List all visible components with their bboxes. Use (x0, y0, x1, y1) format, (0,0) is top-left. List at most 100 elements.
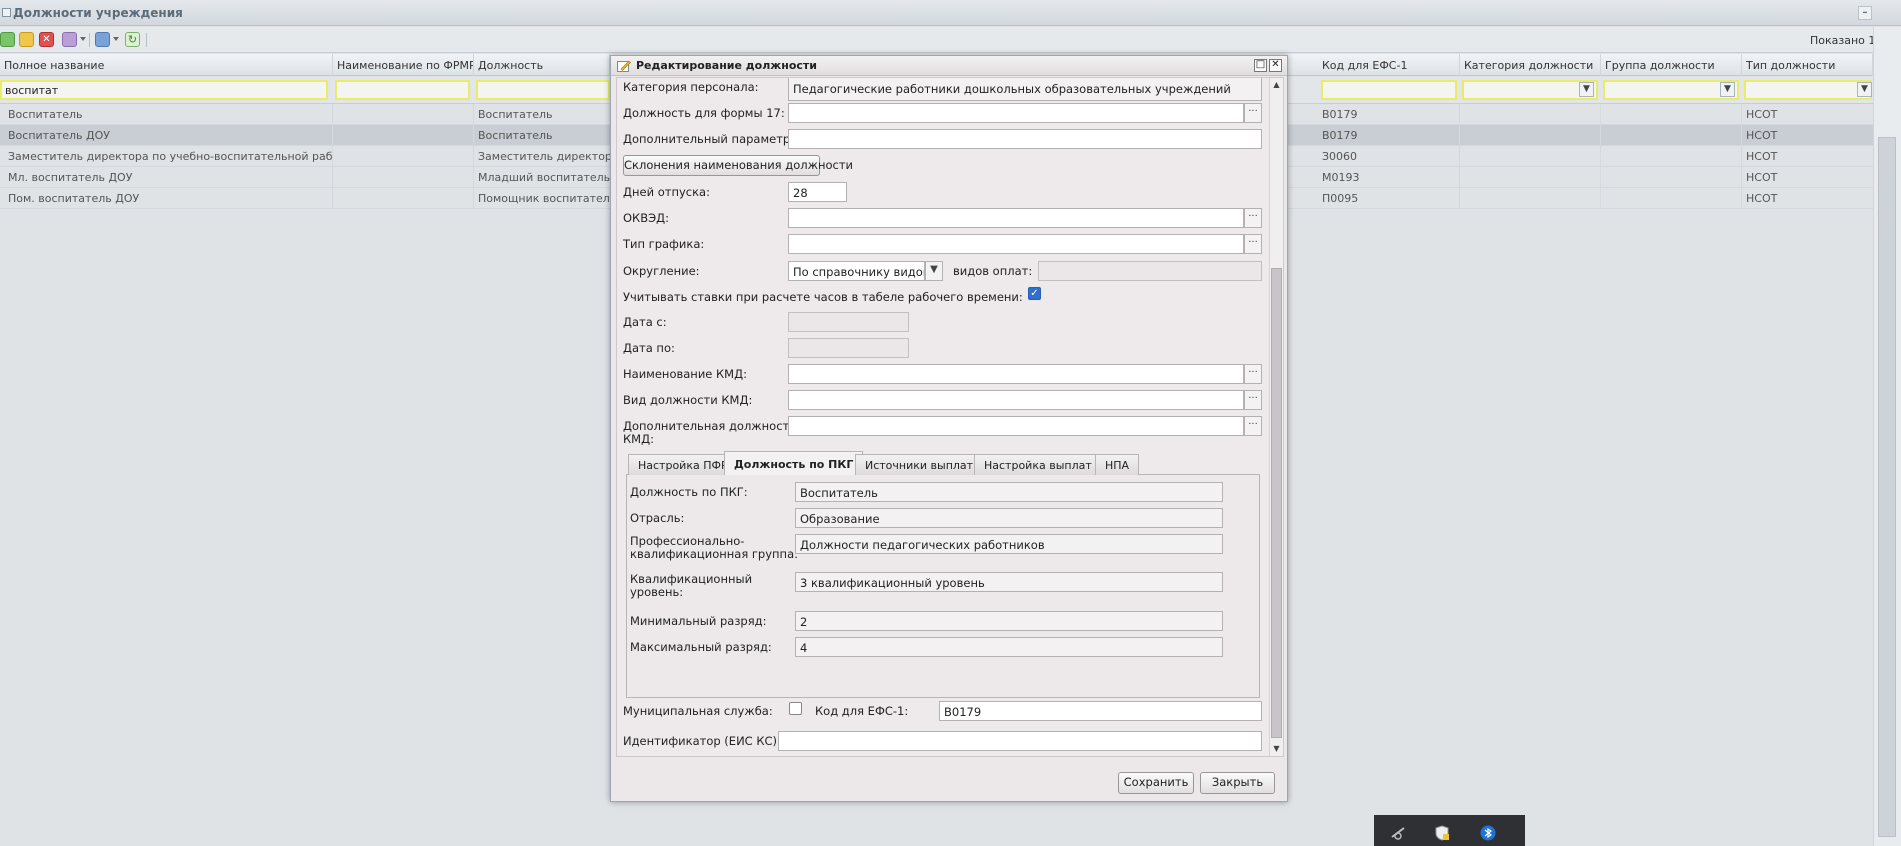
more-icon[interactable]: ··· (1244, 103, 1262, 123)
toolbar-divider (89, 33, 90, 47)
group-filter-select[interactable] (1603, 80, 1739, 100)
date-to-field[interactable] (788, 338, 909, 358)
frmr-filter-input[interactable] (335, 80, 470, 100)
qualification-level-field[interactable]: 3 квалификационный уровень (795, 572, 1223, 592)
cell-category (1460, 167, 1601, 187)
tab-pkg-position[interactable]: Должность по ПКГ (724, 451, 864, 476)
vacation-days-label: Дней отпуска: (623, 185, 710, 199)
position-filter-input[interactable] (476, 80, 610, 100)
consider-rates-checkbox[interactable]: ✓ (1028, 287, 1041, 300)
cell-position: Воспитатель (478, 129, 553, 142)
chevron-down-icon[interactable] (113, 37, 119, 41)
scrollbar-thumb[interactable] (1271, 268, 1282, 738)
more-icon[interactable]: ··· (1244, 234, 1262, 254)
more-icon[interactable]: ··· (1244, 364, 1262, 384)
column-header[interactable]: Группа должности (1601, 54, 1742, 76)
dialog-tabs: Настройка ПФР Должность по ПКГ Источники… (626, 451, 1260, 701)
cell-category (1460, 125, 1601, 145)
security-shield-icon[interactable] (1434, 825, 1450, 841)
tab-pfr-settings[interactable]: Настройка ПФР (628, 454, 738, 475)
declension-button[interactable]: Склонения наименования должности (623, 155, 853, 176)
collapse-icon[interactable]: – (1858, 6, 1872, 20)
column-header[interactable]: Должность (474, 54, 610, 76)
edit-icon[interactable] (19, 32, 34, 47)
column-header[interactable]: Полное название (0, 54, 333, 76)
panel-title: Должности учреждения (13, 6, 183, 20)
chevron-down-icon[interactable]: ▼ (1857, 82, 1872, 97)
category-filter-select[interactable] (1462, 80, 1598, 100)
column-header[interactable]: Наименование по ФРМР (333, 54, 474, 76)
cell-efs-code: М0193 (1318, 167, 1460, 187)
consider-rates-label: Учитывать ставки при расчете часов в таб… (623, 290, 1023, 304)
vacation-days-field[interactable]: 28 (788, 182, 847, 202)
network-icon[interactable] (1390, 825, 1406, 841)
pkg-position-field[interactable]: Воспитатель (795, 482, 1223, 502)
chevron-down-icon[interactable]: ▼ (1720, 82, 1735, 97)
type-filter-select[interactable] (1744, 80, 1872, 100)
efs-code-field[interactable]: В0179 (939, 701, 1262, 721)
branch-field[interactable]: Образование (795, 508, 1223, 528)
toolbar-divider (146, 33, 147, 47)
bluetooth-icon[interactable] (1480, 825, 1496, 841)
cell-frmr (333, 188, 474, 208)
scrollbar-thumb[interactable] (1878, 137, 1896, 837)
okved-field[interactable] (788, 208, 1244, 228)
form17-field[interactable] (788, 103, 1244, 123)
tab-payment-settings[interactable]: Настройка выплат (974, 454, 1102, 475)
dialog-scrollbar[interactable]: ▲ ▼ (1269, 78, 1283, 756)
kmd-name-label: Наименование КМД: (623, 367, 747, 381)
branch-label: Отрасль: (630, 511, 685, 525)
cell-group (1601, 104, 1742, 124)
cell-frmr (333, 167, 474, 187)
column-header[interactable]: Код для ЕФС-1 (1318, 54, 1460, 76)
full-name-filter-input[interactable]: воспитат (0, 80, 328, 100)
tab-npa[interactable]: НПА (1095, 454, 1140, 475)
schedule-type-field[interactable] (788, 234, 1244, 254)
cell-full-name: Воспитатель ДОУ (0, 125, 333, 145)
min-rank-field[interactable]: 2 (795, 611, 1223, 631)
more-icon[interactable]: ··· (1244, 416, 1262, 436)
staff-category-field[interactable]: Педагогические работники дошкольных обра… (788, 78, 1262, 101)
add-icon[interactable] (0, 32, 15, 47)
municipal-checkbox[interactable] (789, 702, 802, 715)
kmd-name-field[interactable] (788, 364, 1244, 384)
refresh-icon[interactable]: ↻ (125, 32, 140, 47)
pay-types-field[interactable] (1038, 261, 1262, 281)
pkg-position-label: Должность по ПКГ: (630, 485, 748, 499)
extra-param-field[interactable] (788, 129, 1262, 149)
qualification-level-label: уровень: (630, 585, 684, 599)
date-from-field[interactable] (788, 312, 909, 332)
action-menu-icon[interactable] (62, 32, 77, 47)
more-icon[interactable]: ··· (1244, 390, 1262, 410)
column-header[interactable]: Тип должности (1742, 54, 1873, 76)
dialog-titlebar[interactable]: Редактирование должности □ ✕ (611, 56, 1287, 76)
chevron-down-icon[interactable] (80, 37, 86, 41)
delete-icon[interactable]: ✕ (39, 32, 54, 47)
scroll-up-icon[interactable]: ▲ (1272, 80, 1281, 90)
qualification-group-label: Профессионально- (630, 534, 745, 548)
close-icon[interactable]: ✕ (1269, 59, 1282, 72)
scroll-down-icon[interactable]: ▼ (1272, 744, 1281, 754)
maximize-icon[interactable]: □ (1254, 59, 1267, 72)
kmd-kind-field[interactable] (788, 390, 1244, 410)
close-button[interactable]: Закрыть (1200, 772, 1275, 794)
chevron-down-icon[interactable]: ▼ (1579, 82, 1594, 97)
page-scrollbar[interactable] (1873, 27, 1901, 846)
max-rank-field[interactable]: 4 (795, 637, 1223, 657)
column-header[interactable]: Категория должности (1460, 54, 1601, 76)
cell-group (1601, 167, 1742, 187)
dialog-title: Редактирование должности (636, 59, 817, 72)
efs-code-filter-input[interactable] (1321, 80, 1457, 100)
chevron-down-icon[interactable]: ▼ (925, 261, 943, 281)
kmd-extra-field[interactable] (788, 416, 1244, 436)
save-button[interactable]: Сохранить (1118, 772, 1194, 794)
kmd-extra-label: Дополнительная должность (623, 419, 797, 433)
print-icon[interactable] (95, 32, 110, 47)
rounding-select[interactable]: По справочнику видов о (788, 261, 925, 281)
eis-id-label: Идентификатор (ЕИС КС): (623, 734, 781, 748)
tab-payment-sources[interactable]: Источники выплат (855, 454, 984, 475)
more-icon[interactable]: ··· (1244, 208, 1262, 228)
eis-id-field[interactable] (778, 731, 1262, 751)
qualification-group-field[interactable]: Должности педагогических работников (795, 534, 1223, 554)
kmd-kind-label: Вид должности КМД: (623, 393, 753, 407)
